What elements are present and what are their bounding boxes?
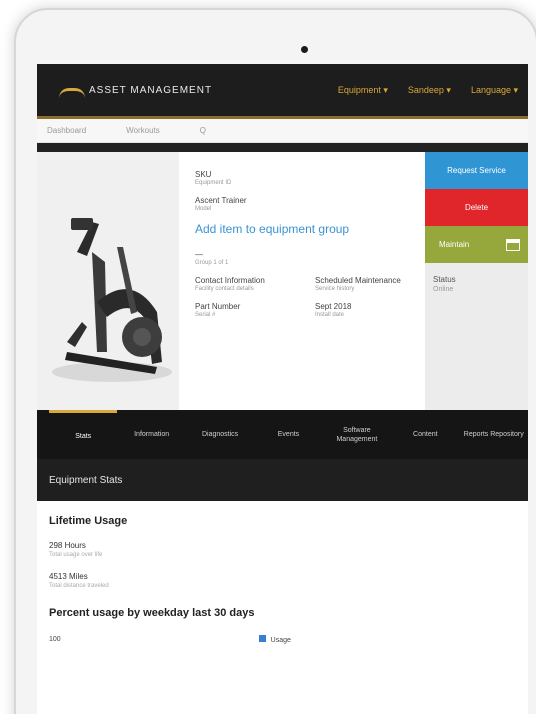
equipment-info: SKU Equipment ID Ascent Trainer Model Ad…	[179, 152, 425, 410]
breadcrumb: Dashboard Workouts Q	[37, 119, 528, 143]
metric-hours: 298 Hours Total usage over life	[49, 541, 103, 558]
legend-label: Usage	[270, 637, 291, 644]
detail-row-1: Contact Information Facility contact det…	[195, 276, 415, 302]
tab-diagnostics[interactable]: Diagnostics	[186, 410, 254, 459]
status-label: Status	[433, 275, 456, 284]
equipment-model: Ascent Trainer Model	[195, 196, 247, 212]
tab-content[interactable]: Content	[391, 410, 459, 459]
equipment-panel: SKU Equipment ID Ascent Trainer Model Ad…	[37, 152, 528, 410]
nav-equipment[interactable]: Equipment ▾	[338, 85, 388, 96]
divider	[37, 143, 528, 152]
equipment-photo	[37, 152, 179, 410]
search-icon[interactable]: Q	[200, 126, 206, 135]
calendar-icon	[506, 238, 520, 251]
nav-language[interactable]: Language ▾	[471, 85, 518, 96]
logo-icon	[59, 88, 85, 98]
tab-information[interactable]: Information	[117, 410, 185, 459]
contact-info: Contact Information Facility contact det…	[195, 276, 265, 292]
metric-miles: 4513 Miles Total distance traveled	[49, 572, 109, 589]
logo-text: ASSET MANAGEMENT	[89, 84, 213, 96]
tab-reports[interactable]: Reports Repository	[460, 410, 528, 459]
detail-row-2: Part Number Serial # Sept 2018 Install d…	[195, 302, 415, 328]
app-header: ASSET MANAGEMENT Equipment ▾ Sandeep ▾ L…	[37, 64, 528, 119]
tab-software-management[interactable]: Software Management	[323, 410, 391, 459]
logo[interactable]: ASSET MANAGEMENT	[59, 85, 212, 96]
section-title: Equipment Stats	[37, 459, 528, 501]
stats-content: Lifetime Usage 298 Hours Total usage ove…	[37, 501, 528, 658]
usage-chart-header: 100 Usage	[49, 635, 516, 644]
tab-stats[interactable]: Stats	[49, 410, 118, 459]
lifetime-heading: Lifetime Usage	[49, 515, 128, 527]
usage-heading: Percent usage by weekday last 30 days	[49, 607, 255, 619]
status-block: Status Online	[425, 263, 528, 305]
add-to-group-link[interactable]: Add item to equipment group	[195, 222, 415, 236]
nav-user[interactable]: Sandeep ▾	[408, 85, 451, 96]
main-nav: Equipment ▾ Sandeep ▾ Language ▾	[338, 85, 518, 96]
breadcrumb-item-workouts[interactable]: Workouts	[126, 126, 160, 135]
breadcrumb-item-dashboard[interactable]: Dashboard	[47, 126, 86, 135]
elliptical-trainer-image	[52, 218, 172, 382]
delete-button[interactable]: Delete	[425, 189, 528, 226]
status-value: Online	[433, 286, 454, 293]
app-screen: ASSET MANAGEMENT Equipment ▾ Sandeep ▾ L…	[37, 64, 528, 714]
schedule-button[interactable]: Maintain	[425, 226, 528, 263]
scheduled-maintenance: Scheduled Maintenance Service history	[315, 276, 401, 292]
serial-number: Part Number Serial #	[195, 302, 241, 318]
tab-bar: Stats Information Diagnostics Events Sof…	[37, 410, 528, 459]
action-column: Request Service Delete Maintain Status O…	[425, 152, 528, 410]
install-date: Sept 2018 Install date	[315, 302, 352, 318]
legend-swatch	[258, 635, 266, 642]
equipment-group: — Group 1 of 1	[195, 250, 229, 266]
schedule-label: Maintain	[439, 240, 470, 249]
camera-dot	[301, 46, 308, 53]
request-service-button[interactable]: Request Service	[425, 152, 528, 189]
equipment-id: SKU Equipment ID	[195, 170, 232, 186]
chart-legend: Usage	[258, 635, 291, 644]
chart-tick: 100	[49, 636, 61, 643]
tab-events[interactable]: Events	[254, 410, 322, 459]
